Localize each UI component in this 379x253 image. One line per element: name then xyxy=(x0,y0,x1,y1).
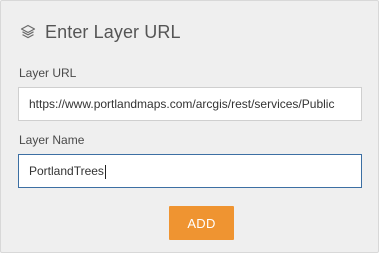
layer-url-label: Layer URL xyxy=(19,66,77,80)
panel-title: Enter Layer URL xyxy=(45,21,181,42)
enter-layer-url-panel: Enter Layer URL Layer URL https://www.po… xyxy=(0,0,379,253)
layer-name-label: Layer Name xyxy=(19,133,85,147)
add-button[interactable]: ADD xyxy=(169,206,234,240)
layers-icon xyxy=(20,24,36,40)
layer-name-value: PortlandTrees xyxy=(29,164,104,178)
layer-name-input[interactable]: PortlandTrees xyxy=(18,154,362,188)
panel-header: Enter Layer URL xyxy=(20,20,181,44)
layer-url-input[interactable]: https://www.portlandmaps.com/arcgis/rest… xyxy=(18,87,362,121)
text-cursor xyxy=(104,164,106,179)
layer-url-value: https://www.portlandmaps.com/arcgis/rest… xyxy=(29,97,335,111)
